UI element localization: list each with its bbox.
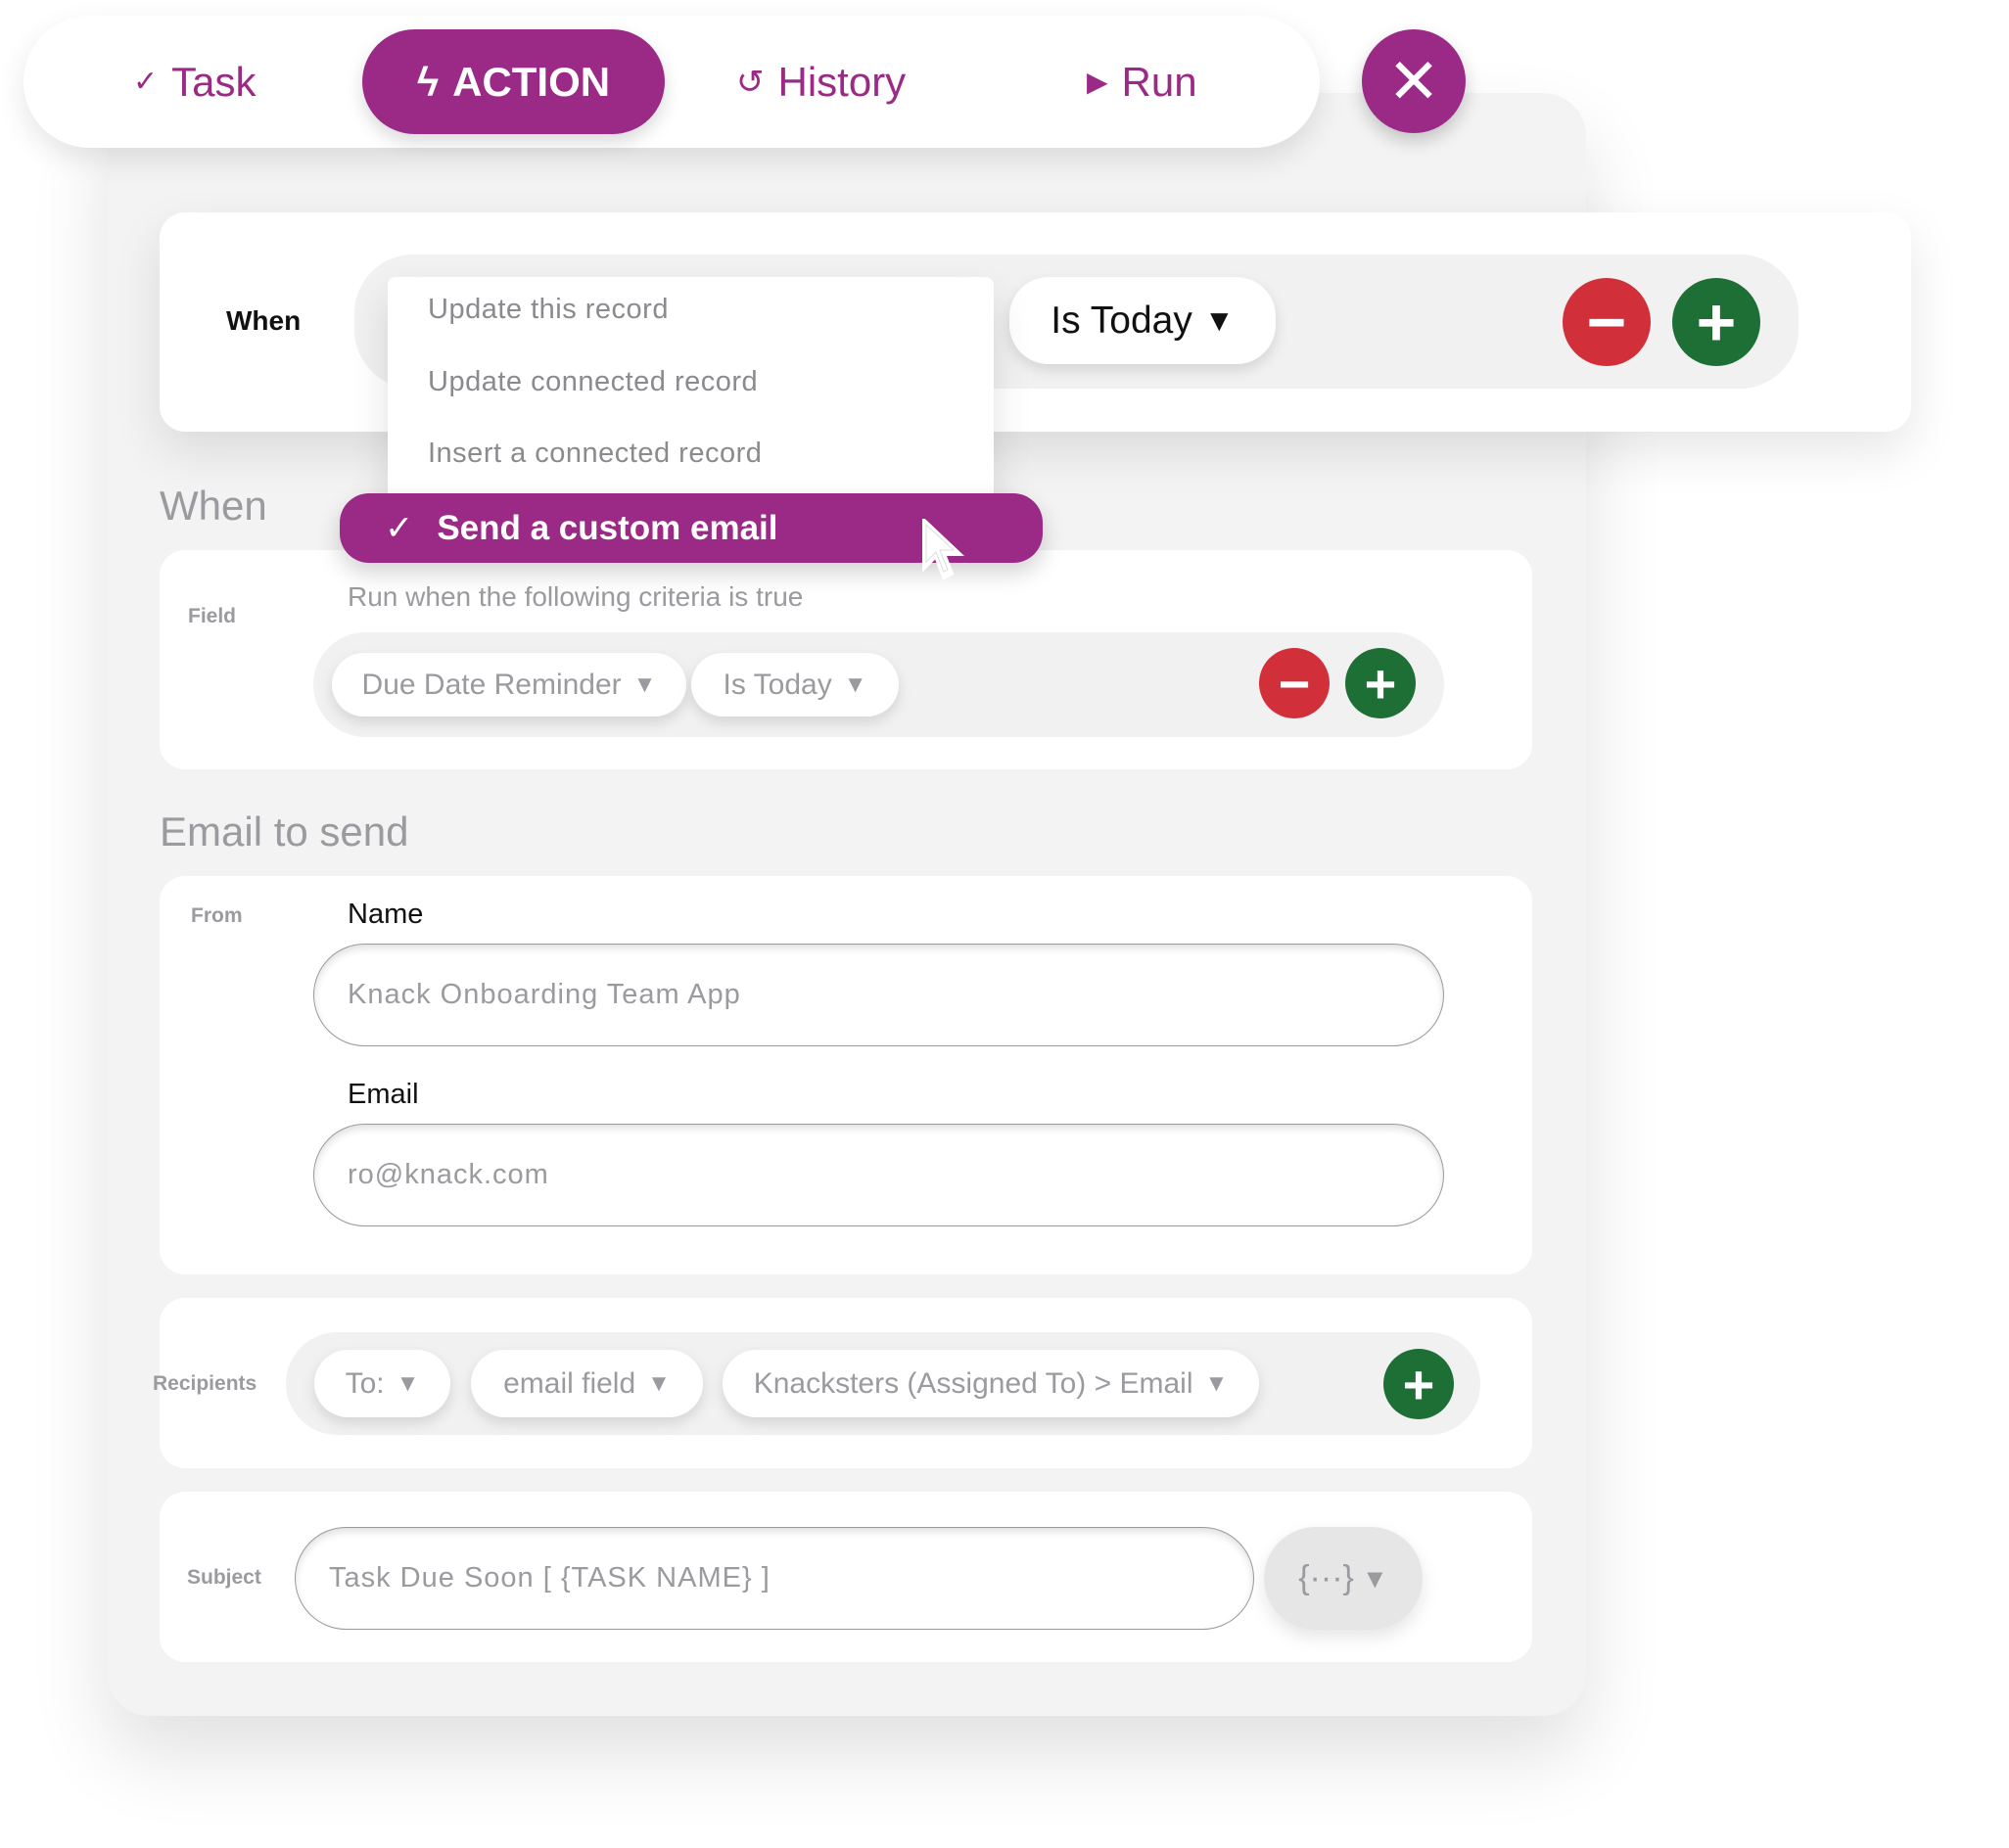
menu-item-insert-connected[interactable]: Insert a connected record: [428, 438, 762, 470]
field-dropdown[interactable]: Due Date Reminder ▼: [332, 653, 686, 716]
recipient-value: Knacksters (Assigned To) > Email: [753, 1366, 1193, 1400]
field-label: Field: [188, 605, 237, 627]
subject-input[interactable]: Task Due Soon [ {TASK NAME} ]: [295, 1527, 1254, 1630]
tab-label: Task: [171, 58, 257, 105]
criteria-hint: Run when the following criteria is true: [348, 581, 804, 612]
name-label: Name: [348, 899, 424, 930]
tab-task[interactable]: ✓ Task: [133, 16, 257, 148]
plus-icon: +: [1402, 1353, 1435, 1415]
caret-down-icon: ▼: [396, 1369, 420, 1397]
tab-run[interactable]: ▶ Run: [1087, 16, 1197, 148]
operator-value: Is Today: [1051, 299, 1192, 342]
bolt-icon: ϟ: [416, 58, 440, 105]
operator-value: Is Today: [723, 668, 832, 701]
recipient-type-dropdown[interactable]: email field ▼: [471, 1350, 703, 1417]
caret-down-icon: ▼: [843, 670, 867, 698]
add-recipient-button[interactable]: +: [1383, 1349, 1454, 1419]
caret-down-icon: ▼: [1361, 1562, 1388, 1594]
type-value: email field: [503, 1366, 636, 1400]
email-label: Email: [348, 1079, 419, 1110]
remove-criteria-button[interactable]: −: [1259, 648, 1330, 718]
from-email-input[interactable]: ro@knack.com: [313, 1124, 1444, 1226]
subject-value: Task Due Soon [ {TASK NAME} ]: [329, 1562, 771, 1594]
to-value: To:: [345, 1366, 385, 1400]
tab-label: History: [777, 58, 907, 105]
tab-label: ACTION: [452, 58, 611, 105]
operator-dropdown[interactable]: Is Today ▼: [1009, 277, 1276, 364]
minus-icon: −: [1586, 284, 1627, 360]
name-value: Knack Onboarding Team App: [348, 979, 741, 1010]
menu-item-label: Send a custom email: [437, 508, 778, 547]
when-label: When: [226, 305, 302, 336]
when-heading: When: [160, 483, 267, 529]
recipients-label: Recipients: [153, 1372, 257, 1395]
tab-action[interactable]: ϟ ACTION: [362, 29, 665, 134]
close-icon: ✕: [1387, 45, 1440, 116]
recipient-mode-dropdown[interactable]: To: ▼: [314, 1350, 450, 1417]
check-icon: ✓: [133, 66, 159, 98]
from-name-input[interactable]: Knack Onboarding Team App: [313, 944, 1444, 1046]
from-label: From: [191, 904, 243, 927]
caret-down-icon: ▼: [1203, 302, 1235, 338]
insert-variable-button[interactable]: {···} ▼: [1264, 1527, 1423, 1630]
close-button[interactable]: ✕: [1362, 29, 1466, 133]
caret-down-icon: ▼: [647, 1369, 671, 1397]
play-icon: ▶: [1087, 67, 1108, 97]
add-criteria-button[interactable]: +: [1345, 648, 1416, 718]
caret-down-icon: ▼: [632, 670, 657, 698]
action-dropdown-menu: Update this record Update connected reco…: [388, 277, 994, 509]
history-icon: ↺: [736, 63, 765, 101]
check-icon: ✓: [385, 508, 414, 547]
email-value: ro@knack.com: [348, 1159, 549, 1190]
braces-icon: {···}: [1298, 1559, 1354, 1596]
tab-history[interactable]: ↺ History: [736, 16, 906, 148]
plus-icon: +: [1364, 652, 1397, 715]
recipient-field-dropdown[interactable]: Knacksters (Assigned To) > Email ▼: [723, 1350, 1259, 1417]
menu-item-update-connected[interactable]: Update connected record: [428, 366, 758, 398]
field-value: Due Date Reminder: [361, 668, 622, 701]
add-rule-button[interactable]: +: [1672, 278, 1760, 366]
criteria-operator-dropdown[interactable]: Is Today ▼: [691, 653, 899, 716]
menu-item-update-record[interactable]: Update this record: [428, 294, 669, 326]
email-heading: Email to send: [160, 808, 409, 855]
plus-icon: +: [1696, 284, 1737, 360]
minus-icon: −: [1278, 652, 1311, 715]
mouse-cursor-icon: [922, 519, 965, 580]
remove-rule-button[interactable]: −: [1563, 278, 1651, 366]
tab-label: Run: [1121, 58, 1197, 105]
tab-bar: ✓ Task ϟ ACTION ↺ History ▶ Run: [23, 16, 1320, 148]
caret-down-icon: ▼: [1204, 1369, 1229, 1397]
subject-label: Subject: [187, 1566, 261, 1589]
